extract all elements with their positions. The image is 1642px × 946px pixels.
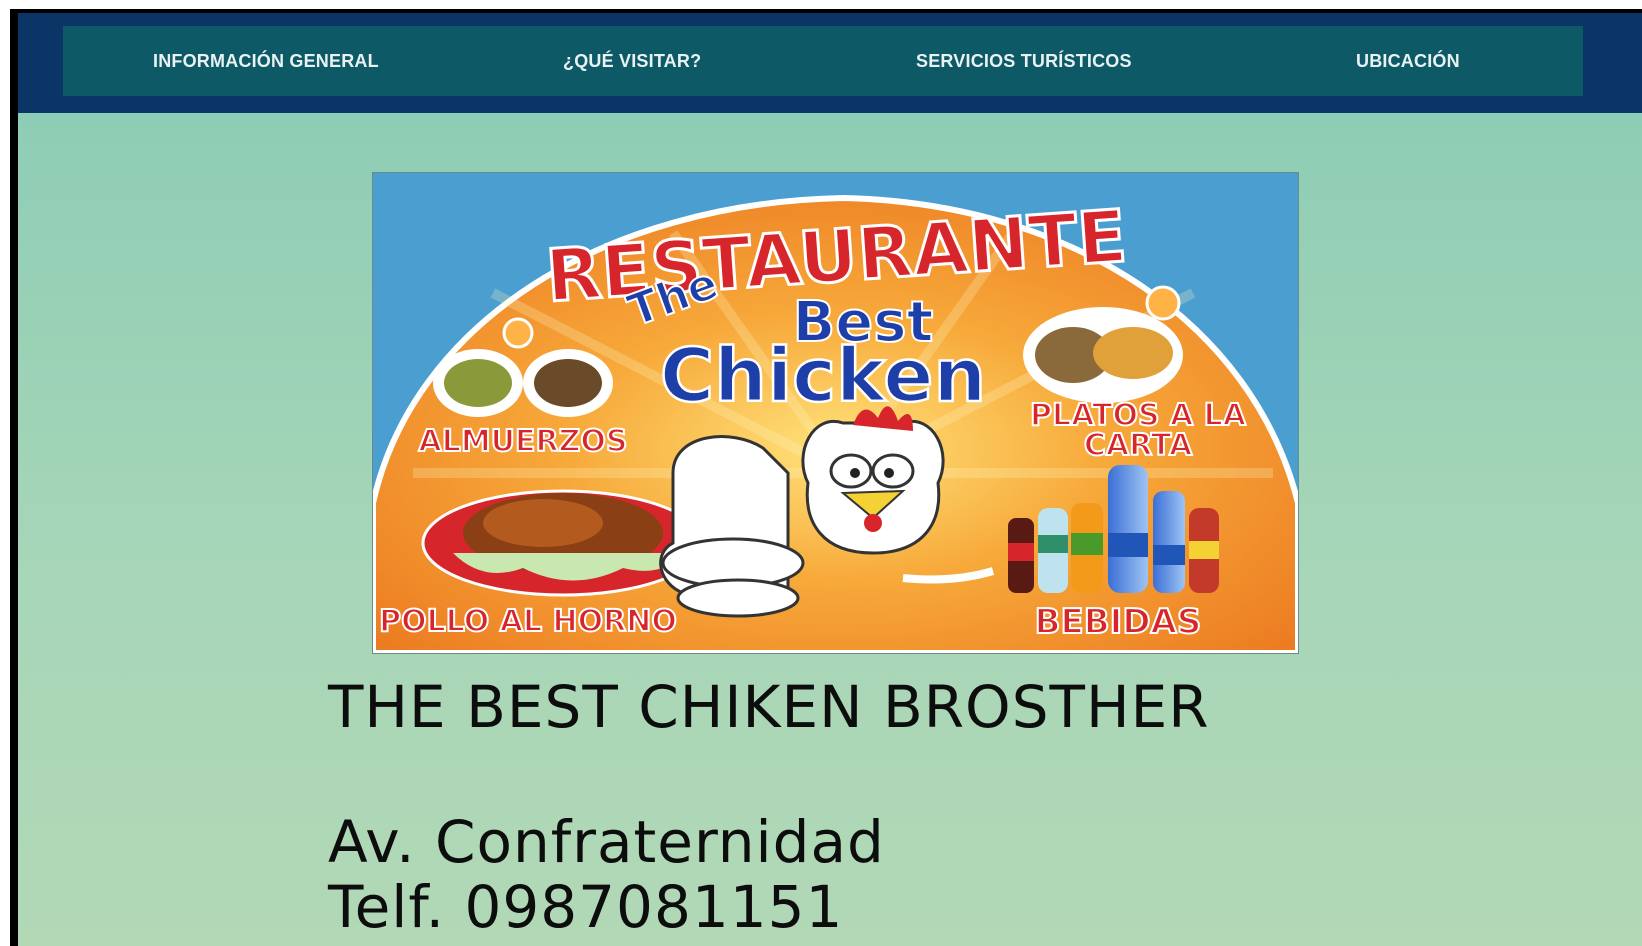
nav-item-servicios-turisticos[interactable]: SERVICIOS TURÍSTICOS: [916, 26, 1132, 96]
sign-almuerzos-text: ALMUERZOS: [418, 424, 627, 459]
restaurant-address: Av. Confraternidad: [328, 808, 885, 876]
restaurant-sign-image: RESTAURANTE The Best Chicken ALMUERZOS P…: [372, 172, 1299, 654]
main-content: RESTAURANTE The Best Chicken ALMUERZOS P…: [18, 113, 1642, 946]
restaurant-name: THE BEST CHIKEN BROSTHER: [328, 673, 1210, 741]
main-navigation: INFORMACIÓN GENERAL ¿QUÉ VISITAR? SERVIC…: [63, 26, 1583, 96]
restaurant-phone: Telf. 0987081151: [328, 873, 844, 941]
header-bar: INFORMACIÓN GENERAL ¿QUÉ VISITAR? SERVIC…: [18, 13, 1642, 113]
sign-platos-text-line2: CARTA: [1084, 428, 1193, 463]
nav-item-ubicacion[interactable]: UBICACIÓN: [1356, 26, 1460, 96]
sign-pollo-text: POLLO AL HORNO: [379, 604, 677, 639]
nav-item-que-visitar[interactable]: ¿QUÉ VISITAR?: [563, 26, 701, 96]
sign-bebidas-text: BEBIDAS: [1035, 602, 1202, 642]
sign-chicken-text: Chicken: [660, 333, 986, 419]
roast-chicken-illustration: [421, 489, 705, 597]
page: INFORMACIÓN GENERAL ¿QUÉ VISITAR? SERVIC…: [18, 13, 1642, 946]
nav-item-informacion-general[interactable]: INFORMACIÓN GENERAL: [153, 26, 379, 96]
